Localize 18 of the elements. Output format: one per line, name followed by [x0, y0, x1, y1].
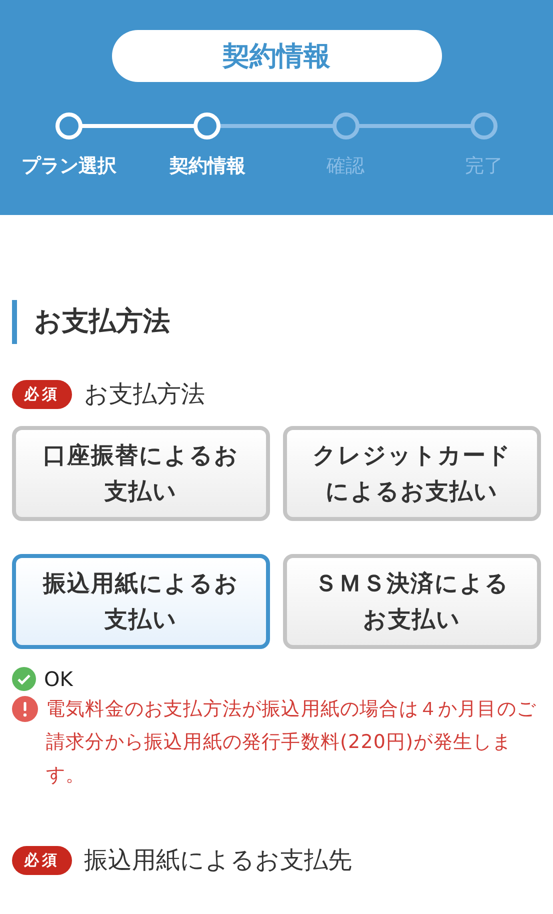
step-label: 確認	[326, 154, 365, 179]
required-badge: 必須	[12, 846, 72, 874]
check-icon	[12, 667, 36, 691]
field-label: 振込用紙によるお支払先	[84, 845, 352, 876]
payment-option[interactable]: 口座振替によるお支払い	[12, 426, 270, 521]
warning-icon	[12, 696, 38, 722]
notice-text: 電気料金のお支払方法が振込用紙の場合は４か月目のご請求分から振込用紙の発行手数料(220円)が発生します。	[46, 697, 537, 788]
step-label: プラン選択	[22, 154, 117, 179]
required-badge: 必須	[12, 380, 72, 408]
payment-option[interactable]: クレジットカードによるお支払い	[283, 426, 541, 521]
section-heading: お支払方法	[12, 300, 541, 344]
payment-option[interactable]: 振込用紙によるお支払い	[12, 554, 270, 649]
page-title: 契約情報	[112, 30, 442, 82]
field-label: お支払方法	[84, 379, 205, 410]
payment-option[interactable]: ＳＭＳ決済によるお支払い	[283, 554, 541, 649]
step-label: 契約情報	[169, 154, 246, 179]
status-text: OK	[44, 667, 73, 691]
step-label: 完了	[464, 154, 503, 179]
